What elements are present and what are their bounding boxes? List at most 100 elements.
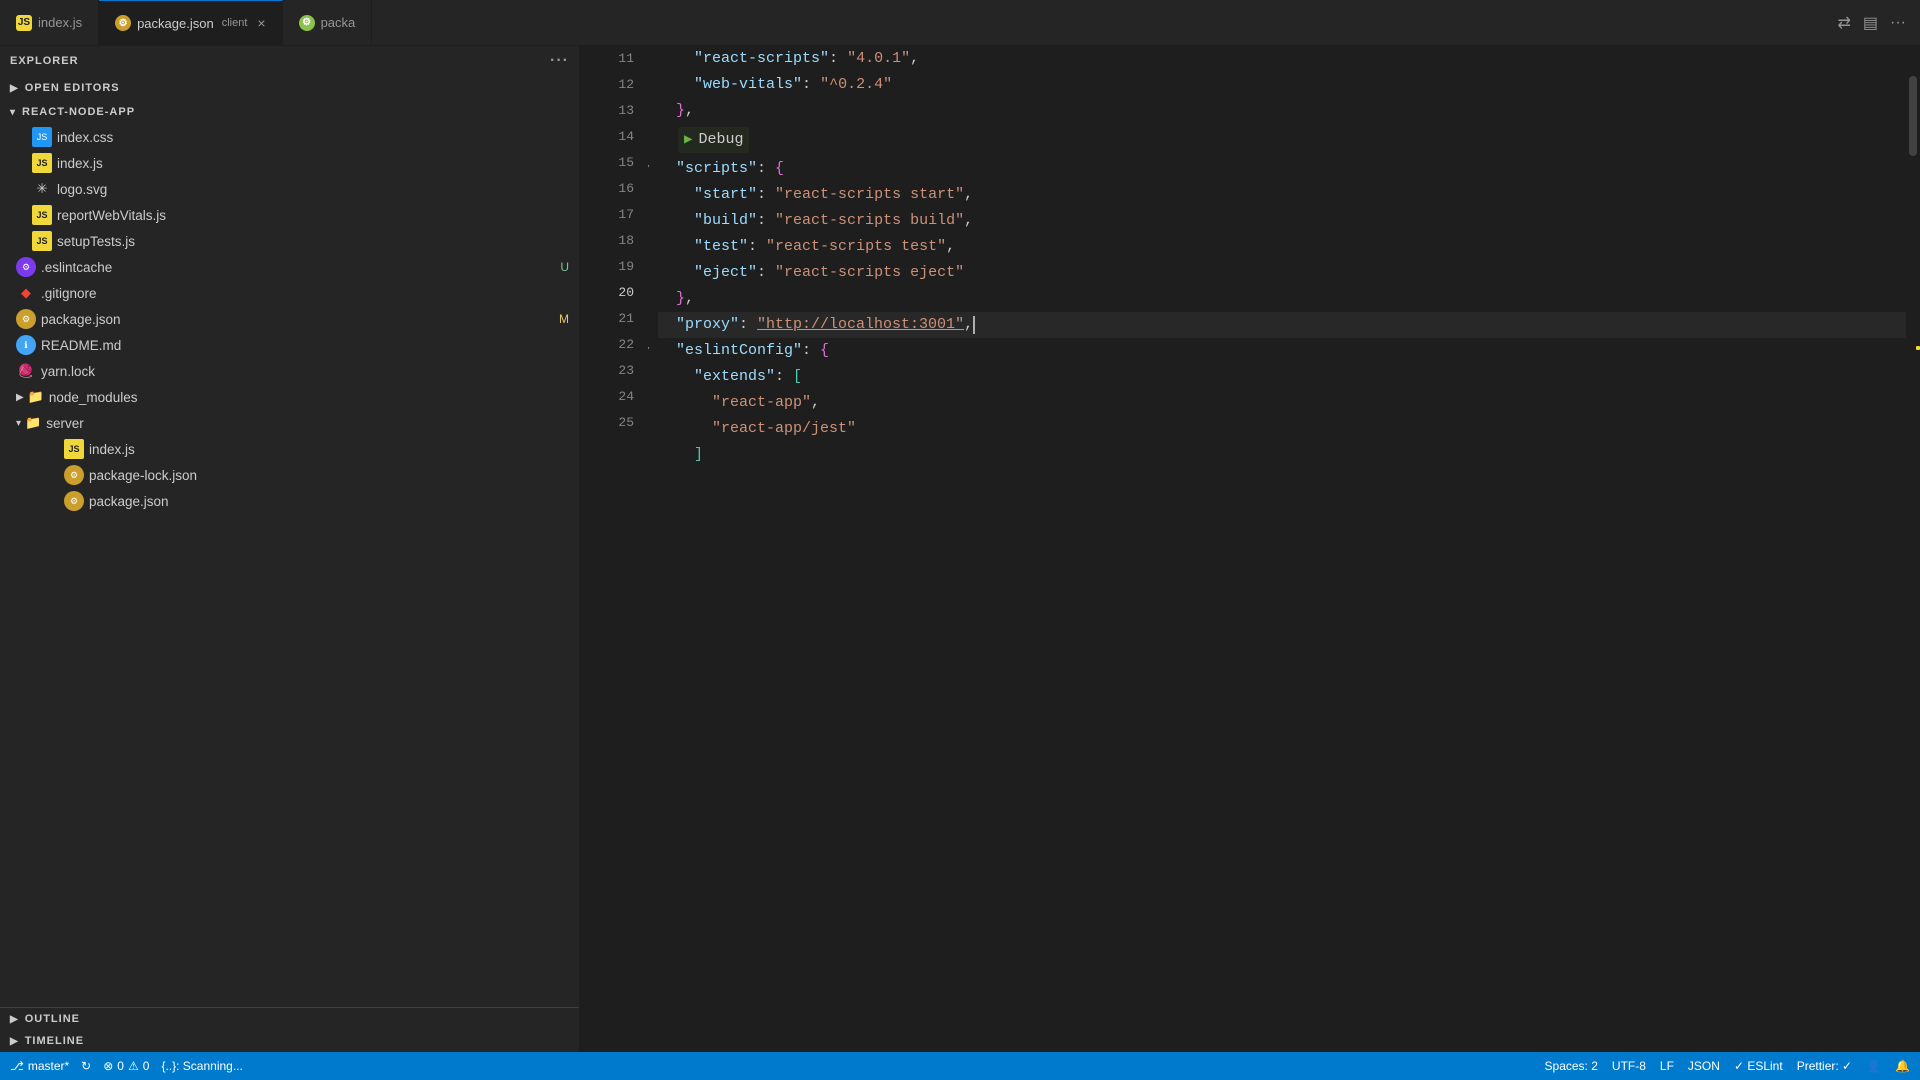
ln-18: 18 — [580, 228, 634, 254]
json-icon: ⚙ — [115, 15, 131, 31]
explorer-more-icon[interactable]: ··· — [550, 52, 569, 70]
folder-node-modules[interactable]: ▶ 📁 node_modules — [0, 384, 579, 410]
file-package-json[interactable]: ⚙ package.json M — [0, 306, 579, 332]
line-numbers: 11 12 13 14 15 16 17 18 19 20 21 22 23 2… — [580, 46, 648, 1052]
json-file-icon: ⚙ — [16, 309, 36, 329]
debug-label: Debug — [698, 128, 743, 152]
node-modules-folder-icon: 📁 — [28, 389, 44, 405]
ln-12: 12 — [580, 72, 634, 98]
editor-area: 11 12 13 14 15 16 17 18 19 20 21 22 23 2… — [580, 46, 1920, 1052]
timeline-chevron-icon: ▶ — [10, 1036, 19, 1047]
file-setup-tests[interactable]: JS setupTests.js — [0, 228, 579, 254]
editor-content[interactable]: 11 12 13 14 15 16 17 18 19 20 21 22 23 2… — [580, 46, 1920, 1052]
node-modules-chevron-icon: ▶ — [16, 392, 24, 403]
ln-23: 23 — [580, 358, 634, 384]
tab-bar: JS index.js ⚙ package.json client × ⚙ pa… — [0, 0, 1920, 46]
outline-header[interactable]: ▶ OUTLINE — [0, 1008, 579, 1030]
file-package-lock-json[interactable]: ⚙ package-lock.json — [0, 462, 579, 488]
tab-package-json[interactable]: ⚙ package.json client × — [99, 0, 283, 45]
language-indicator[interactable]: JSON — [1688, 1059, 1720, 1073]
timeline-label: TIMELINE — [25, 1035, 84, 1047]
code-line-21: ▾ "eslintConfig": { — [658, 338, 1906, 364]
debug-run-icon: ▶ — [684, 129, 692, 151]
language-label: JSON — [1688, 1059, 1720, 1073]
tab-bar-actions: ⇄ ▤ ··· — [1833, 9, 1920, 37]
tab-packa[interactable]: ⚙ packa — [283, 0, 373, 45]
file-report-web-vitals[interactable]: JS reportWebVitals.js — [0, 202, 579, 228]
ln-17: 17 — [580, 202, 634, 228]
code-line-11: "react-scripts": "4.0.1", — [658, 46, 1906, 72]
ln-11: 11 — [580, 46, 634, 72]
ln-14: 14 — [580, 124, 634, 150]
code-line-25: ] — [658, 442, 1906, 468]
explorer-header[interactable]: EXPLORER ··· — [0, 46, 579, 76]
prettier-indicator[interactable]: Prettier: ✓ — [1797, 1059, 1852, 1073]
ln-24: 24 — [580, 384, 634, 410]
git-branch[interactable]: ⎇ master* — [10, 1059, 69, 1073]
layout-icon[interactable]: ▤ — [1859, 9, 1882, 37]
sync-button[interactable]: ↻ — [81, 1059, 91, 1073]
user-icon[interactable]: 👤 — [1866, 1059, 1881, 1073]
ln-21: 21 — [580, 306, 634, 332]
open-editors-header[interactable]: ▶ OPEN EDITORS — [0, 76, 579, 100]
file-index-css[interactable]: JS index.css — [0, 124, 579, 150]
sync-icon: ↻ — [81, 1059, 91, 1073]
ln-22: 22 — [580, 332, 634, 358]
branch-label: master* — [28, 1059, 69, 1073]
scanning-label: {..}: Scanning... — [161, 1059, 242, 1073]
file-server-index-js[interactable]: JS index.js — [0, 436, 579, 462]
file-logo-svg[interactable]: ✳ logo.svg — [0, 176, 579, 202]
prettier-label: Prettier: ✓ — [1797, 1059, 1852, 1073]
json-file-icon-server: ⚙ — [64, 491, 84, 511]
eslint-badge: U — [560, 260, 569, 274]
status-bar-left: ⎇ master* ↻ ⊗ 0 ⚠ 0 {..}: Scanning... — [10, 1059, 243, 1073]
more-actions-icon[interactable]: ··· — [1886, 10, 1910, 36]
encoding-indicator[interactable]: UTF-8 — [1612, 1059, 1646, 1073]
file-readme[interactable]: ℹ README.md — [0, 332, 579, 358]
node-icon: ⚙ — [299, 15, 315, 31]
folder-node-modules-label: node_modules — [49, 390, 138, 405]
file-gitignore[interactable]: ◆ .gitignore — [0, 280, 579, 306]
code-line-20: "proxy": "http://localhost:3001", — [658, 312, 1906, 338]
outline-label: OUTLINE — [25, 1013, 80, 1025]
debug-badge: ▶ Debug — [678, 127, 749, 153]
code-line-13: }, — [658, 98, 1906, 124]
text-cursor — [973, 316, 975, 334]
outline-chevron-icon: ▶ — [10, 1014, 19, 1025]
ln-15: 15 — [580, 150, 634, 176]
timeline-header[interactable]: ▶ TIMELINE — [0, 1030, 579, 1052]
debug-badge-line: ▶ Debug — [658, 124, 1906, 156]
server-folder-icon: 📁 — [25, 415, 41, 431]
compare-icon[interactable]: ⇄ — [1833, 9, 1854, 37]
notifications-icon[interactable]: 🔔 — [1895, 1059, 1910, 1073]
git-file-icon: ◆ — [16, 283, 36, 303]
file-gitignore-label: .gitignore — [41, 286, 579, 301]
css-file-icon: JS — [32, 127, 52, 147]
code-line-14: ▾ "scripts": { — [658, 156, 1906, 182]
code-line-17: "test": "react-scripts test", — [658, 234, 1906, 260]
folder-server[interactable]: ▾ 📁 server — [0, 410, 579, 436]
file-yarn-lock[interactable]: 🧶 yarn.lock — [0, 358, 579, 384]
errors-warnings[interactable]: ⊗ 0 ⚠ 0 — [103, 1059, 149, 1073]
encoding-label: UTF-8 — [1612, 1059, 1646, 1073]
scanning-status: {..}: Scanning... — [161, 1059, 242, 1073]
eslint-label: ✓ ESLint — [1734, 1059, 1783, 1073]
project-header[interactable]: ▾ REACT-NODE-APP — [0, 100, 579, 124]
code-line-18: "eject": "react-scripts eject" — [658, 260, 1906, 286]
line-ending-indicator[interactable]: LF — [1660, 1059, 1674, 1073]
spaces-indicator[interactable]: Spaces: 2 — [1545, 1059, 1598, 1073]
code-area[interactable]: "react-scripts": "4.0.1", "web-vitals": … — [648, 46, 1906, 1052]
file-server-package-json[interactable]: ⚙ package.json — [0, 488, 579, 514]
warning-icon: ⚠ — [128, 1059, 139, 1073]
file-eslintcache[interactable]: ⚙ .eslintcache U — [0, 254, 579, 280]
tab-packa-label: packa — [321, 15, 356, 30]
editor-scrollbar[interactable] — [1906, 46, 1920, 1052]
git-icon: ⎇ — [10, 1059, 24, 1073]
tab-close-button[interactable]: × — [257, 15, 265, 31]
code-line-22: "extends": [ — [658, 364, 1906, 390]
file-package-lock-json-label: package-lock.json — [89, 468, 579, 483]
tab-index-js[interactable]: JS index.js — [0, 0, 99, 45]
tab-badge-client: client — [222, 17, 248, 29]
file-index-js[interactable]: JS index.js — [0, 150, 579, 176]
eslint-indicator[interactable]: ✓ ESLint — [1734, 1059, 1783, 1073]
